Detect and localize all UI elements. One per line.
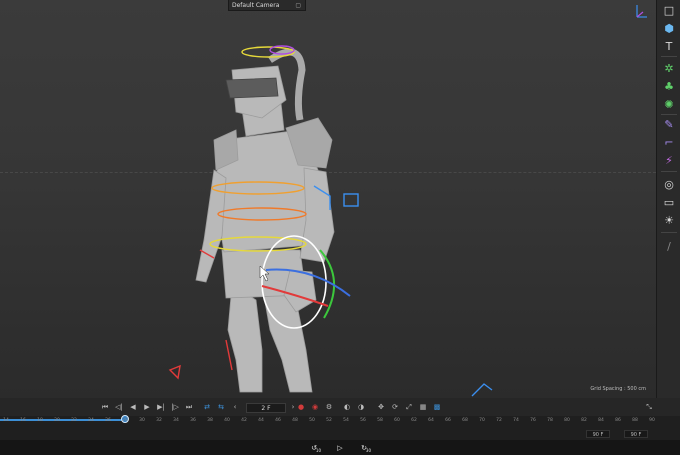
- timeline-tick-label: 78: [547, 418, 553, 423]
- range-start-field[interactable]: 90 F: [586, 430, 610, 438]
- camera-object-icon[interactable]: ▭: [661, 194, 677, 210]
- timeline-tick-label: 84: [598, 418, 604, 423]
- timeline-tick-label: 16: [20, 418, 26, 423]
- timeline-tick-label: 66: [445, 418, 451, 423]
- toolbar-divider: [661, 171, 677, 172]
- axis-gizmo-icon: [636, 5, 647, 18]
- timeline-tick-label: 80: [564, 418, 570, 423]
- character-model[interactable]: [0, 0, 656, 398]
- timeline-tick-label: 54: [343, 418, 349, 423]
- cloner-icon[interactable]: ♣: [661, 78, 677, 94]
- camera-menu[interactable]: Default Camera ▢: [228, 0, 306, 11]
- mograph-icon[interactable]: ⚡: [661, 152, 677, 168]
- timeline-tick-label: 86: [615, 418, 621, 423]
- spline-edit-icon[interactable]: ⌐: [661, 134, 677, 150]
- timeline-expand-icon[interactable]: ⤡: [644, 402, 654, 412]
- timeline-tick-label: 20: [54, 418, 60, 423]
- timeline-tick-label: 50: [309, 418, 315, 423]
- pla-key-icon[interactable]: ▩: [432, 402, 442, 412]
- deformer-icon[interactable]: ✺: [661, 96, 677, 112]
- timeline-tick-label: 34: [173, 418, 179, 423]
- timeline-tick-label: 70: [479, 418, 485, 423]
- toolbar-divider: [661, 232, 677, 233]
- timeline-tick-label: 30: [139, 418, 145, 423]
- timeline-tick-label: 58: [377, 418, 383, 423]
- timeline-tick-label: 52: [326, 418, 332, 423]
- range-end-field[interactable]: 90 F: [624, 430, 648, 438]
- timeline-tick-label: 68: [462, 418, 468, 423]
- timeline-tick-label: 26: [105, 418, 111, 423]
- scale-key-icon[interactable]: ⤢: [404, 402, 414, 412]
- key-settings-icon[interactable]: ⚙: [324, 402, 334, 412]
- timeline-tick-label: 44: [258, 418, 264, 423]
- playback-play-icon[interactable]: ▷: [334, 442, 346, 453]
- next-frame-icon[interactable]: ▶|: [156, 402, 166, 412]
- prev-frame-icon[interactable]: ◀: [128, 402, 138, 412]
- text-tool-icon[interactable]: T: [661, 38, 677, 54]
- 3d-viewport[interactable]: Default Camera ▢ Grid Spacing : 500 cm: [0, 0, 656, 398]
- timeline-tick-label: 74: [513, 418, 519, 423]
- loop-range-icon[interactable]: ⇄: [202, 402, 212, 412]
- keyframe-selection-icon[interactable]: ◐: [342, 402, 352, 412]
- frame-back-icon[interactable]: ‹: [230, 402, 240, 412]
- timeline-tick-label: 14: [3, 418, 9, 423]
- toolbar-divider: [661, 56, 677, 57]
- camera-menu-icon[interactable]: ▢: [295, 0, 301, 11]
- timeline-tick-label: 28: [122, 418, 128, 423]
- light-icon[interactable]: ☀: [661, 212, 677, 228]
- timeline-tick-label: 90: [649, 418, 655, 423]
- view-cube-icon[interactable]: □: [661, 2, 677, 18]
- position-key-icon[interactable]: ✥: [376, 402, 386, 412]
- timeline-tick-label: 46: [275, 418, 281, 423]
- timeline-tick-label: 22: [71, 418, 77, 423]
- timeline-tick-label: 88: [632, 418, 638, 423]
- playback-bar: ↺ 10 ▷ ↻ 30: [0, 440, 680, 455]
- timeline-tick-label: 62: [411, 418, 417, 423]
- go-start-icon[interactable]: ⏮: [100, 402, 110, 412]
- spline-pen-icon[interactable]: ✎: [661, 116, 677, 132]
- timeline-tick-label: 60: [394, 418, 400, 423]
- brush-tool-icon[interactable]: /: [661, 238, 677, 254]
- timeline-tick-label: 72: [496, 418, 502, 423]
- timeline-tick-label: 32: [156, 418, 162, 423]
- timeline-tick-label: 82: [581, 418, 587, 423]
- power-slider-icon[interactable]: ◑: [356, 402, 366, 412]
- prev-key-icon[interactable]: ◁|: [114, 402, 124, 412]
- timeline-tick-label: 40: [224, 418, 230, 423]
- timeline-tick-label: 38: [207, 418, 213, 423]
- record-icon[interactable]: ●: [296, 402, 306, 412]
- forward-label: 30: [365, 448, 371, 453]
- play-icon[interactable]: ▶: [142, 402, 152, 412]
- timeline-tick-label: 56: [360, 418, 366, 423]
- timeline-tick-label: 18: [37, 418, 43, 423]
- timeline-tick-label: 24: [88, 418, 94, 423]
- rewind-label: 10: [315, 448, 321, 453]
- toolbar-divider: [661, 114, 677, 115]
- timeline-tick-label: 48: [292, 418, 298, 423]
- next-key-icon[interactable]: |▷: [170, 402, 180, 412]
- timeline-tick-label: 64: [428, 418, 434, 423]
- timeline-tick-label: 42: [241, 418, 247, 423]
- timeline-tick-label: 76: [530, 418, 536, 423]
- rewind-10-button[interactable]: ↺ 10: [308, 442, 321, 454]
- preview-range-icon[interactable]: ⇆: [216, 402, 226, 412]
- camera-label: Default Camera: [232, 2, 280, 9]
- rotation-key-icon[interactable]: ⟳: [390, 402, 400, 412]
- app-window: Default Camera ▢ Grid Spacing : 500 cm □…: [0, 0, 680, 455]
- grid-spacing-label: Grid Spacing : 500 cm: [590, 386, 646, 392]
- generator-icon[interactable]: ✲: [661, 60, 677, 76]
- timeline[interactable]: 14 16 18 20 22 24 26 28 30 32 34 36 38 40 42 44 46 48 50 52…: [0, 415, 680, 440]
- right-toolbar: □ ⬢ T ✲ ♣ ✺ ✎ ⌐ ⚡ ◎ ▭ ☀ /: [656, 0, 680, 398]
- go-end-icon[interactable]: ⏭: [184, 402, 194, 412]
- param-key-icon[interactable]: ▦: [418, 402, 428, 412]
- current-frame-field[interactable]: 2 F: [246, 403, 286, 413]
- auto-key-icon[interactable]: ◉: [310, 402, 320, 412]
- forward-30-button[interactable]: ↻ 30: [358, 442, 371, 454]
- cube-primitive-icon[interactable]: ⬢: [661, 20, 677, 36]
- environment-icon[interactable]: ◎: [661, 176, 677, 192]
- timeline-tick-label: 36: [190, 418, 196, 423]
- timeline-ruler[interactable]: 14 16 18 20 22 24 26 28 30 32 34 36 38 40 42 44 46 48 50 52…: [0, 415, 660, 426]
- transport-bar: ⏮ ◁| ◀ ▶ ▶| |▷ ⏭ ⇄ ⇆ ‹ › ● ◉ ⚙ ◐ ◑ ✥ ⟳ ⤢…: [0, 398, 680, 416]
